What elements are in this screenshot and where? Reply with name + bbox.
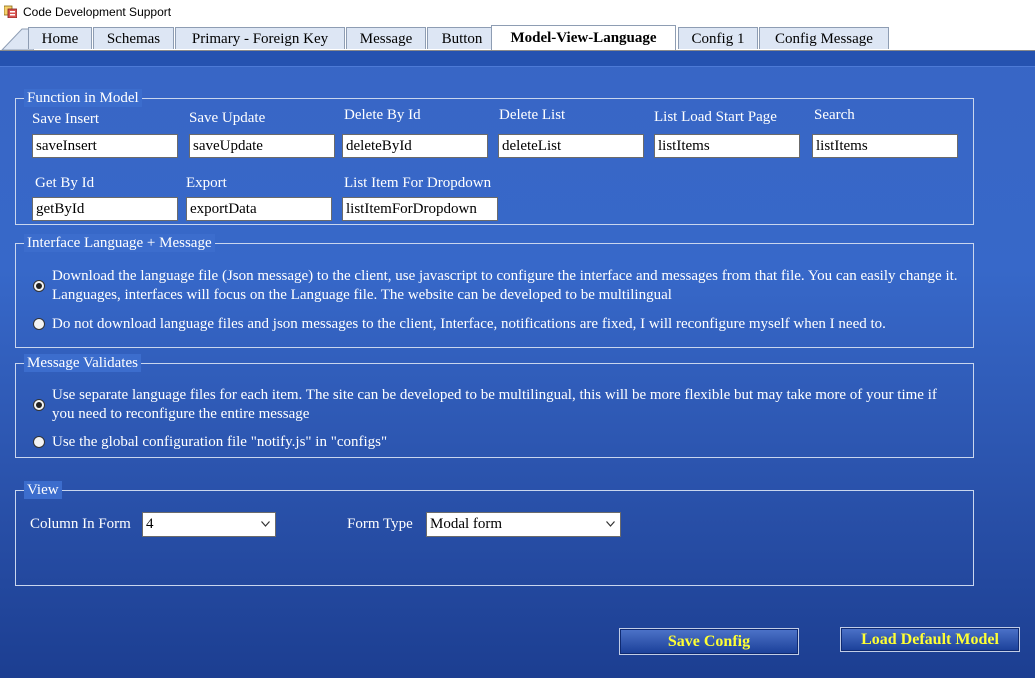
message-validates-legend: Message Validates <box>24 354 141 372</box>
view-legend: View <box>24 481 62 499</box>
function-in-model-legend: Function in Model <box>24 89 142 107</box>
list-item-for-dropdown-label: List Item For Dropdown <box>344 175 492 191</box>
tab-button[interactable]: Button <box>427 27 497 49</box>
interface-language-legend: Interface Language + Message <box>24 234 215 252</box>
form-type-label: Form Type <box>347 516 413 532</box>
window-title: Code Development Support <box>23 5 172 19</box>
function-in-model-group: Function in Model Save Insert saveInsert… <box>15 89 974 225</box>
save-update-input[interactable]: saveUpdate <box>189 134 335 158</box>
tab-model-view-language[interactable]: Model-View-Language <box>491 25 676 50</box>
get-by-id-label: Get By Id <box>35 175 95 191</box>
download-language-option-text: Download the language file (Json message… <box>52 268 958 303</box>
column-in-form-label: Column In Form <box>30 516 131 532</box>
delete-list-input[interactable]: deleteList <box>498 134 644 158</box>
tab-message[interactable]: Message <box>346 27 426 49</box>
list-item-for-dropdown-input[interactable]: listItemForDropdown <box>342 197 498 221</box>
save-insert-label: Save Insert <box>32 111 100 127</box>
download-language-radio[interactable] <box>33 280 45 292</box>
column-in-form-value: 4 <box>146 516 154 532</box>
title-bar: Code Development Support <box>0 0 1035 24</box>
no-download-language-option-text: Do not download language files and json … <box>52 316 886 332</box>
save-update-label: Save Update <box>189 110 266 126</box>
global-config-file-option-text: Use the global configuration file "notif… <box>52 434 388 450</box>
delete-by-id-input[interactable]: deleteById <box>342 134 488 158</box>
tab-content-panel: Function in Model Save Insert saveInsert… <box>0 51 1035 678</box>
form-type-select[interactable]: Modal form <box>426 512 621 537</box>
tab-strip: Home Schemas Primary - Foreign Key Messa… <box>0 24 1035 51</box>
tab-config-message[interactable]: Config Message <box>759 27 889 49</box>
tab-schemas[interactable]: Schemas <box>93 27 174 49</box>
list-load-start-page-label: List Load Start Page <box>654 109 777 125</box>
view-group: View Column In Form 4 Form Type Modal fo… <box>15 481 974 586</box>
message-validates-group: Message Validates Use separate language … <box>15 354 974 458</box>
delete-list-label: Delete List <box>499 107 566 123</box>
column-in-form-select[interactable]: 4 <box>142 512 276 537</box>
export-label: Export <box>186 175 227 191</box>
no-download-language-radio[interactable] <box>33 318 45 330</box>
tab-home[interactable]: Home <box>28 27 92 49</box>
search-label: Search <box>814 107 855 123</box>
chevron-down-icon <box>606 521 615 527</box>
delete-by-id-label: Delete By Id <box>344 107 421 123</box>
load-default-model-button[interactable]: Load Default Model <box>840 627 1020 652</box>
form-type-value: Modal form <box>430 516 503 532</box>
form-app-icon <box>4 5 17 18</box>
tab-config-1[interactable]: Config 1 <box>678 27 758 49</box>
interface-language-group: Interface Language + Message Download th… <box>15 234 974 348</box>
search-input[interactable]: listItems <box>812 134 958 158</box>
panel-header-strip <box>0 51 1035 67</box>
chevron-down-icon <box>261 521 270 527</box>
separate-language-files-radio[interactable] <box>33 399 45 411</box>
tab-primary-foreign-key[interactable]: Primary - Foreign Key <box>175 27 345 49</box>
export-input[interactable]: exportData <box>186 197 332 221</box>
save-config-button[interactable]: Save Config <box>619 628 799 655</box>
get-by-id-input[interactable]: getById <box>32 197 178 221</box>
save-insert-input[interactable]: saveInsert <box>32 134 178 158</box>
separate-language-files-option-text: Use separate language files for each ite… <box>52 387 937 422</box>
list-load-start-page-input[interactable]: listItems <box>654 134 800 158</box>
global-config-file-radio[interactable] <box>33 436 45 448</box>
